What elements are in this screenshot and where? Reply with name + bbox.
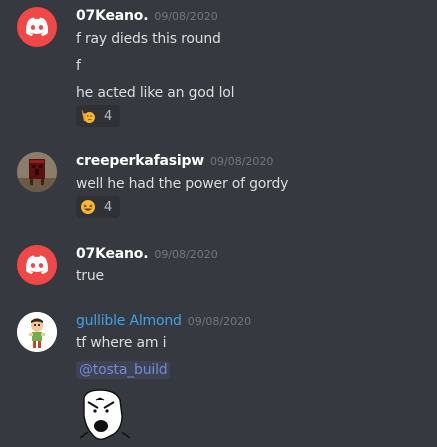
timestamp: 09/08/2020 bbox=[154, 10, 218, 23]
message-text: f ray dieds this round bbox=[76, 31, 221, 47]
y-u-no-meme-image bbox=[79, 389, 131, 441]
reaction-count: 4 bbox=[104, 199, 113, 215]
username-text[interactable]: gullible Almond bbox=[76, 313, 182, 329]
timestamp: 09/08/2020 bbox=[210, 155, 274, 168]
message-text: well he had the power of gordy bbox=[76, 176, 289, 192]
user-mention[interactable]: @tosta_build bbox=[76, 361, 171, 379]
username[interactable]: 07Keano. 09/08/2020 bbox=[76, 8, 218, 24]
cartoon-character-avatar-icon bbox=[17, 312, 57, 352]
message-text: f bbox=[76, 58, 81, 74]
reaction-button[interactable]: 4 bbox=[76, 105, 120, 127]
discord-logo-icon bbox=[25, 255, 49, 274]
discord-logo-icon bbox=[25, 17, 49, 36]
timestamp: 09/08/2020 bbox=[187, 315, 252, 328]
chat-messages: 07Keano. 09/08/2020 f ray dieds this roun… bbox=[0, 0, 437, 447]
username[interactable]: gullible Almond 09/08/2020 bbox=[76, 313, 251, 329]
username-text[interactable]: creeperkafasipw bbox=[76, 153, 204, 169]
message-text: tf where am i bbox=[76, 335, 167, 351]
message-text: he acted like an god lol bbox=[76, 85, 235, 101]
avatar[interactable] bbox=[17, 245, 57, 285]
avatar[interactable] bbox=[17, 7, 57, 47]
laughing-face-icon bbox=[81, 200, 95, 214]
username[interactable]: creeperkafasipw 09/08/2020 bbox=[76, 153, 273, 169]
creeper-avatar-icon bbox=[17, 152, 57, 192]
message-text: true bbox=[76, 268, 104, 284]
avatar[interactable] bbox=[17, 152, 57, 192]
timestamp: 09/08/2020 bbox=[154, 248, 218, 261]
username[interactable]: 07Keano. 09/08/2020 bbox=[76, 246, 218, 262]
thinking-hand-icon bbox=[81, 110, 95, 123]
reaction-button[interactable]: 4 bbox=[76, 196, 120, 218]
username-text[interactable]: 07Keano. bbox=[76, 8, 149, 24]
username-text[interactable]: 07Keano. bbox=[76, 246, 149, 262]
avatar[interactable] bbox=[17, 312, 57, 352]
reaction-count: 4 bbox=[104, 108, 113, 124]
